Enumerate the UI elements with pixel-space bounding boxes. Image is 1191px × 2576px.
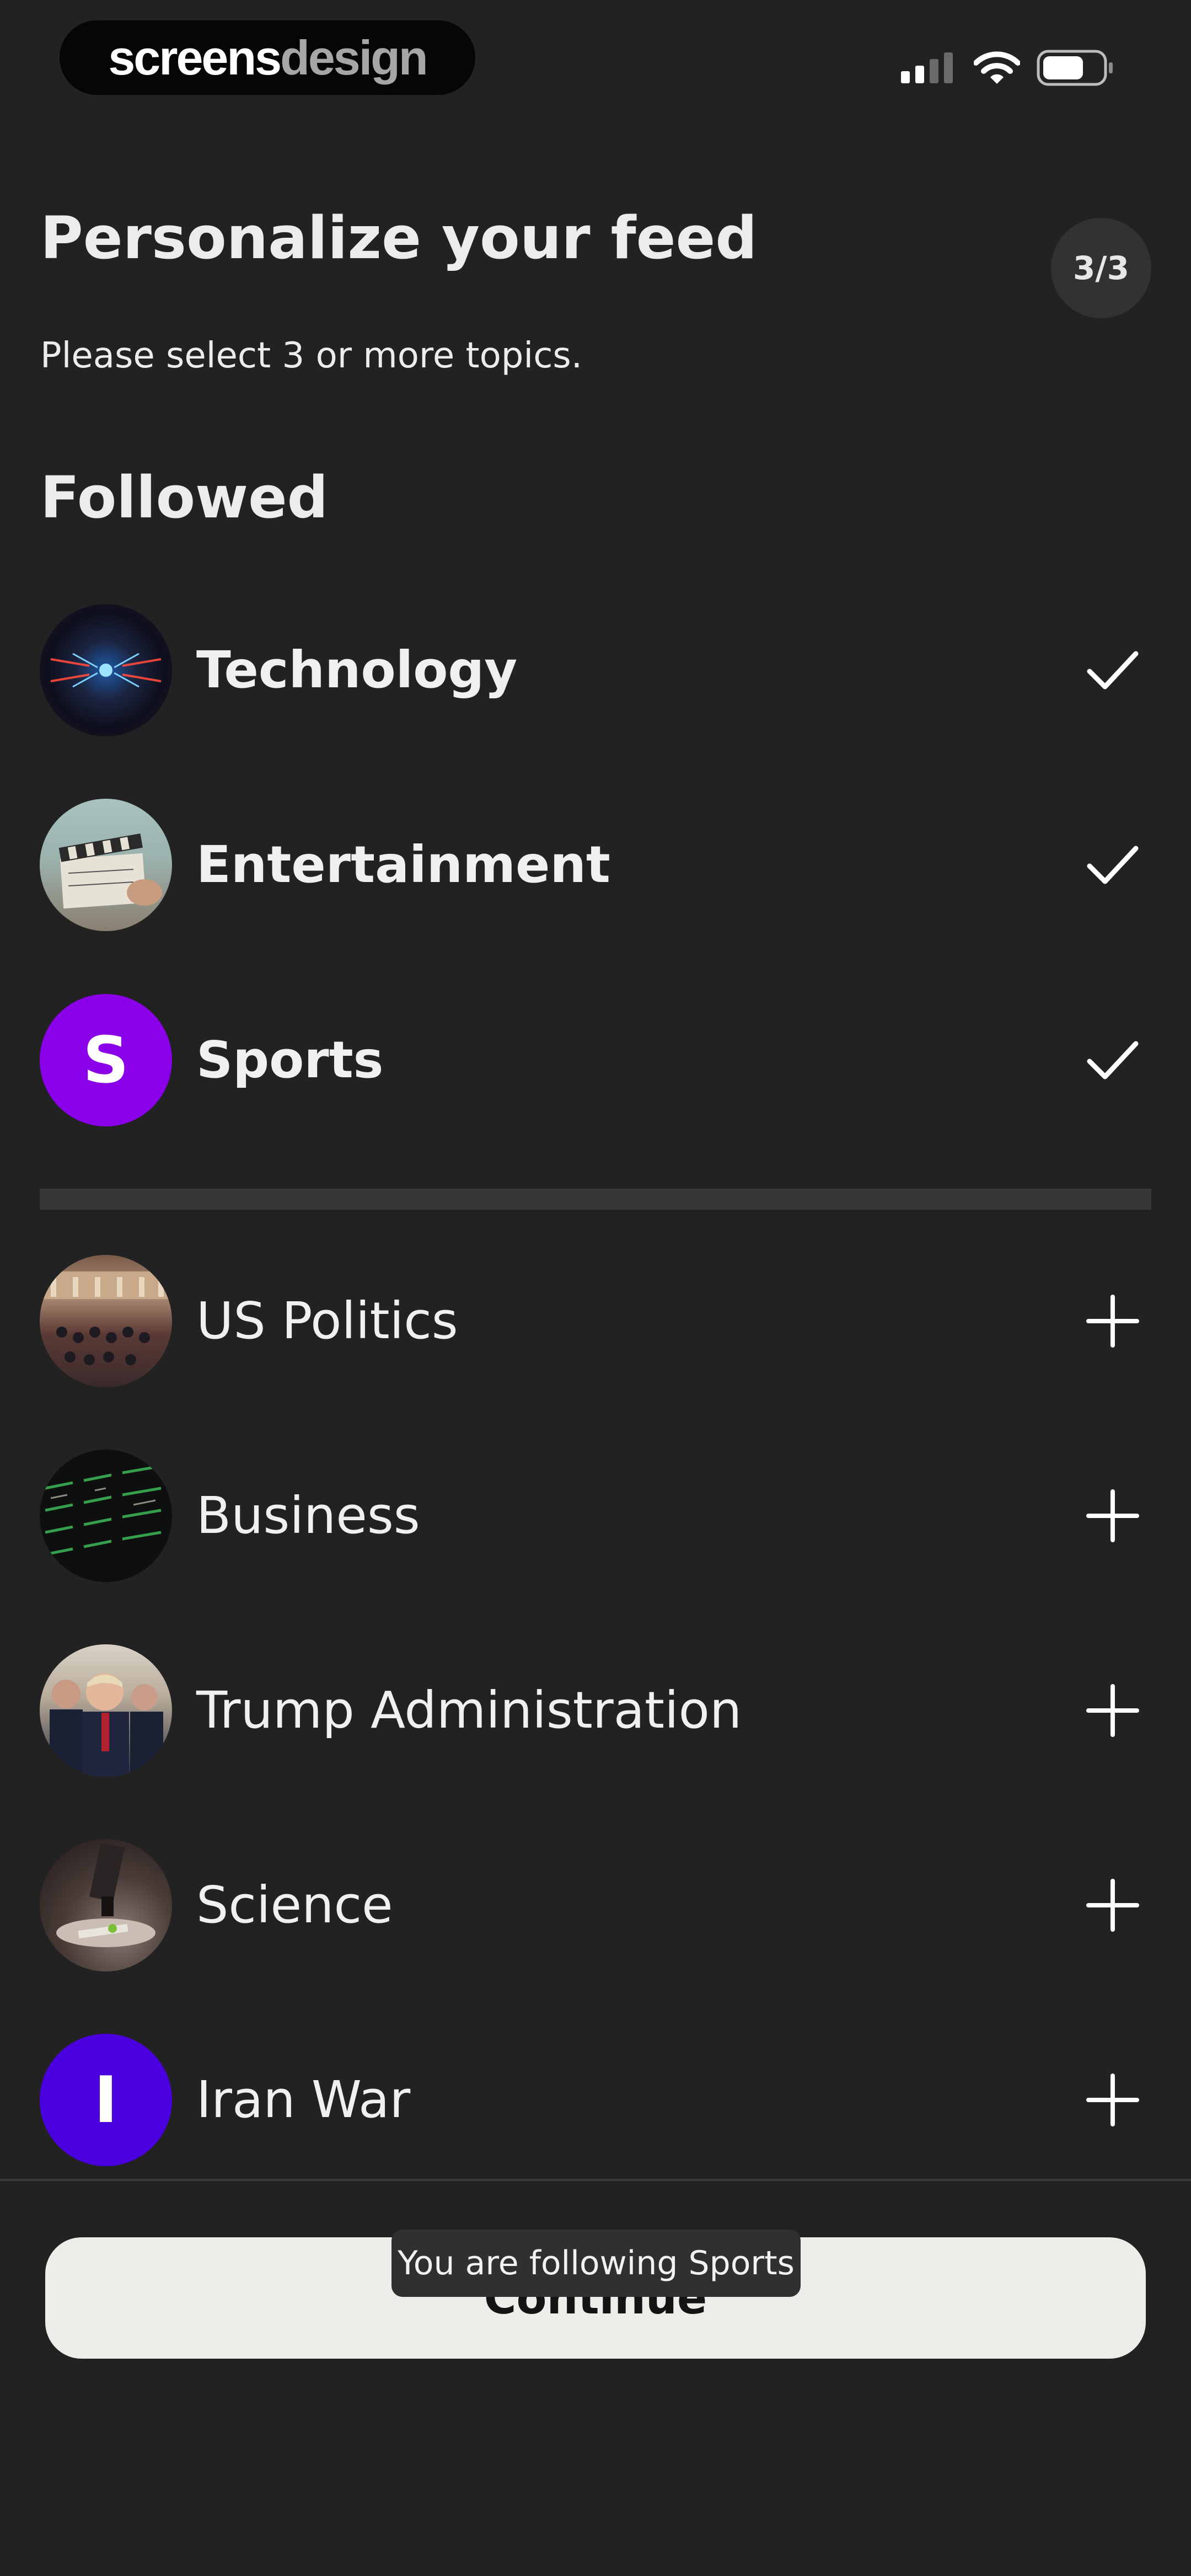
topic-label: Iran War <box>196 2070 411 2129</box>
microscope-image-icon <box>40 1839 172 1971</box>
topic-row-technology[interactable]: Technology <box>0 598 1191 742</box>
topic-row-business[interactable]: Business <box>0 1444 1191 1588</box>
avatar-letter: I <box>94 2062 118 2137</box>
step-progress-badge: 3/3 <box>1051 218 1151 318</box>
plus-icon[interactable] <box>1085 1878 1140 1933</box>
topic-label: Science <box>196 1875 393 1934</box>
topic-label: Entertainment <box>196 835 610 894</box>
administration-photo-icon <box>40 1644 172 1777</box>
topic-label: Sports <box>196 1030 384 1089</box>
congress-chamber-image-icon <box>40 1255 172 1387</box>
topic-label: Trump Administration <box>196 1681 742 1740</box>
cellular-signal-icon <box>901 52 953 83</box>
stock-ticker-image-icon <box>40 1450 172 1582</box>
plus-icon[interactable] <box>1085 2072 1140 2128</box>
page-subtitle: Please select 3 or more topics. <box>40 335 583 376</box>
followed-section-heading: Followed <box>40 464 329 531</box>
topic-label: Technology <box>196 640 518 699</box>
topic-row-us-politics[interactable]: US Politics <box>0 1249 1191 1393</box>
plus-icon[interactable] <box>1085 1488 1140 1543</box>
avatar-letter: S <box>83 1023 129 1098</box>
page-title: Personalize your feed <box>40 204 758 272</box>
topic-label: Business <box>196 1486 420 1545</box>
topic-row-science[interactable]: Science <box>0 1834 1191 1977</box>
plus-icon[interactable] <box>1085 1683 1140 1738</box>
checkmark-icon[interactable] <box>1085 837 1140 892</box>
battery-icon <box>1037 50 1113 86</box>
brand-logo-primary: screens <box>108 30 282 85</box>
sports-letter-avatar: S <box>40 994 172 1126</box>
technology-image-icon <box>40 604 172 736</box>
brand-logo-secondary: design <box>280 30 428 85</box>
wifi-icon <box>974 51 1020 84</box>
section-divider <box>40 1189 1151 1210</box>
plus-icon[interactable] <box>1085 1294 1140 1349</box>
topic-row-iran-war[interactable]: I Iran War <box>0 2028 1191 2172</box>
iran-war-letter-avatar: I <box>40 2034 172 2166</box>
brand-logo: screens design <box>60 20 475 95</box>
checkmark-icon[interactable] <box>1085 643 1140 698</box>
footer-divider <box>0 2179 1191 2181</box>
topic-row-trump-administration[interactable]: Trump Administration <box>0 1639 1191 1782</box>
checkmark-icon[interactable] <box>1085 1033 1140 1088</box>
follow-toast: You are following Sports <box>391 2230 801 2297</box>
topic-row-sports[interactable]: S Sports <box>0 988 1191 1132</box>
topic-label: US Politics <box>196 1291 458 1350</box>
topic-row-entertainment[interactable]: Entertainment <box>0 793 1191 937</box>
clapperboard-image-icon <box>40 799 172 931</box>
